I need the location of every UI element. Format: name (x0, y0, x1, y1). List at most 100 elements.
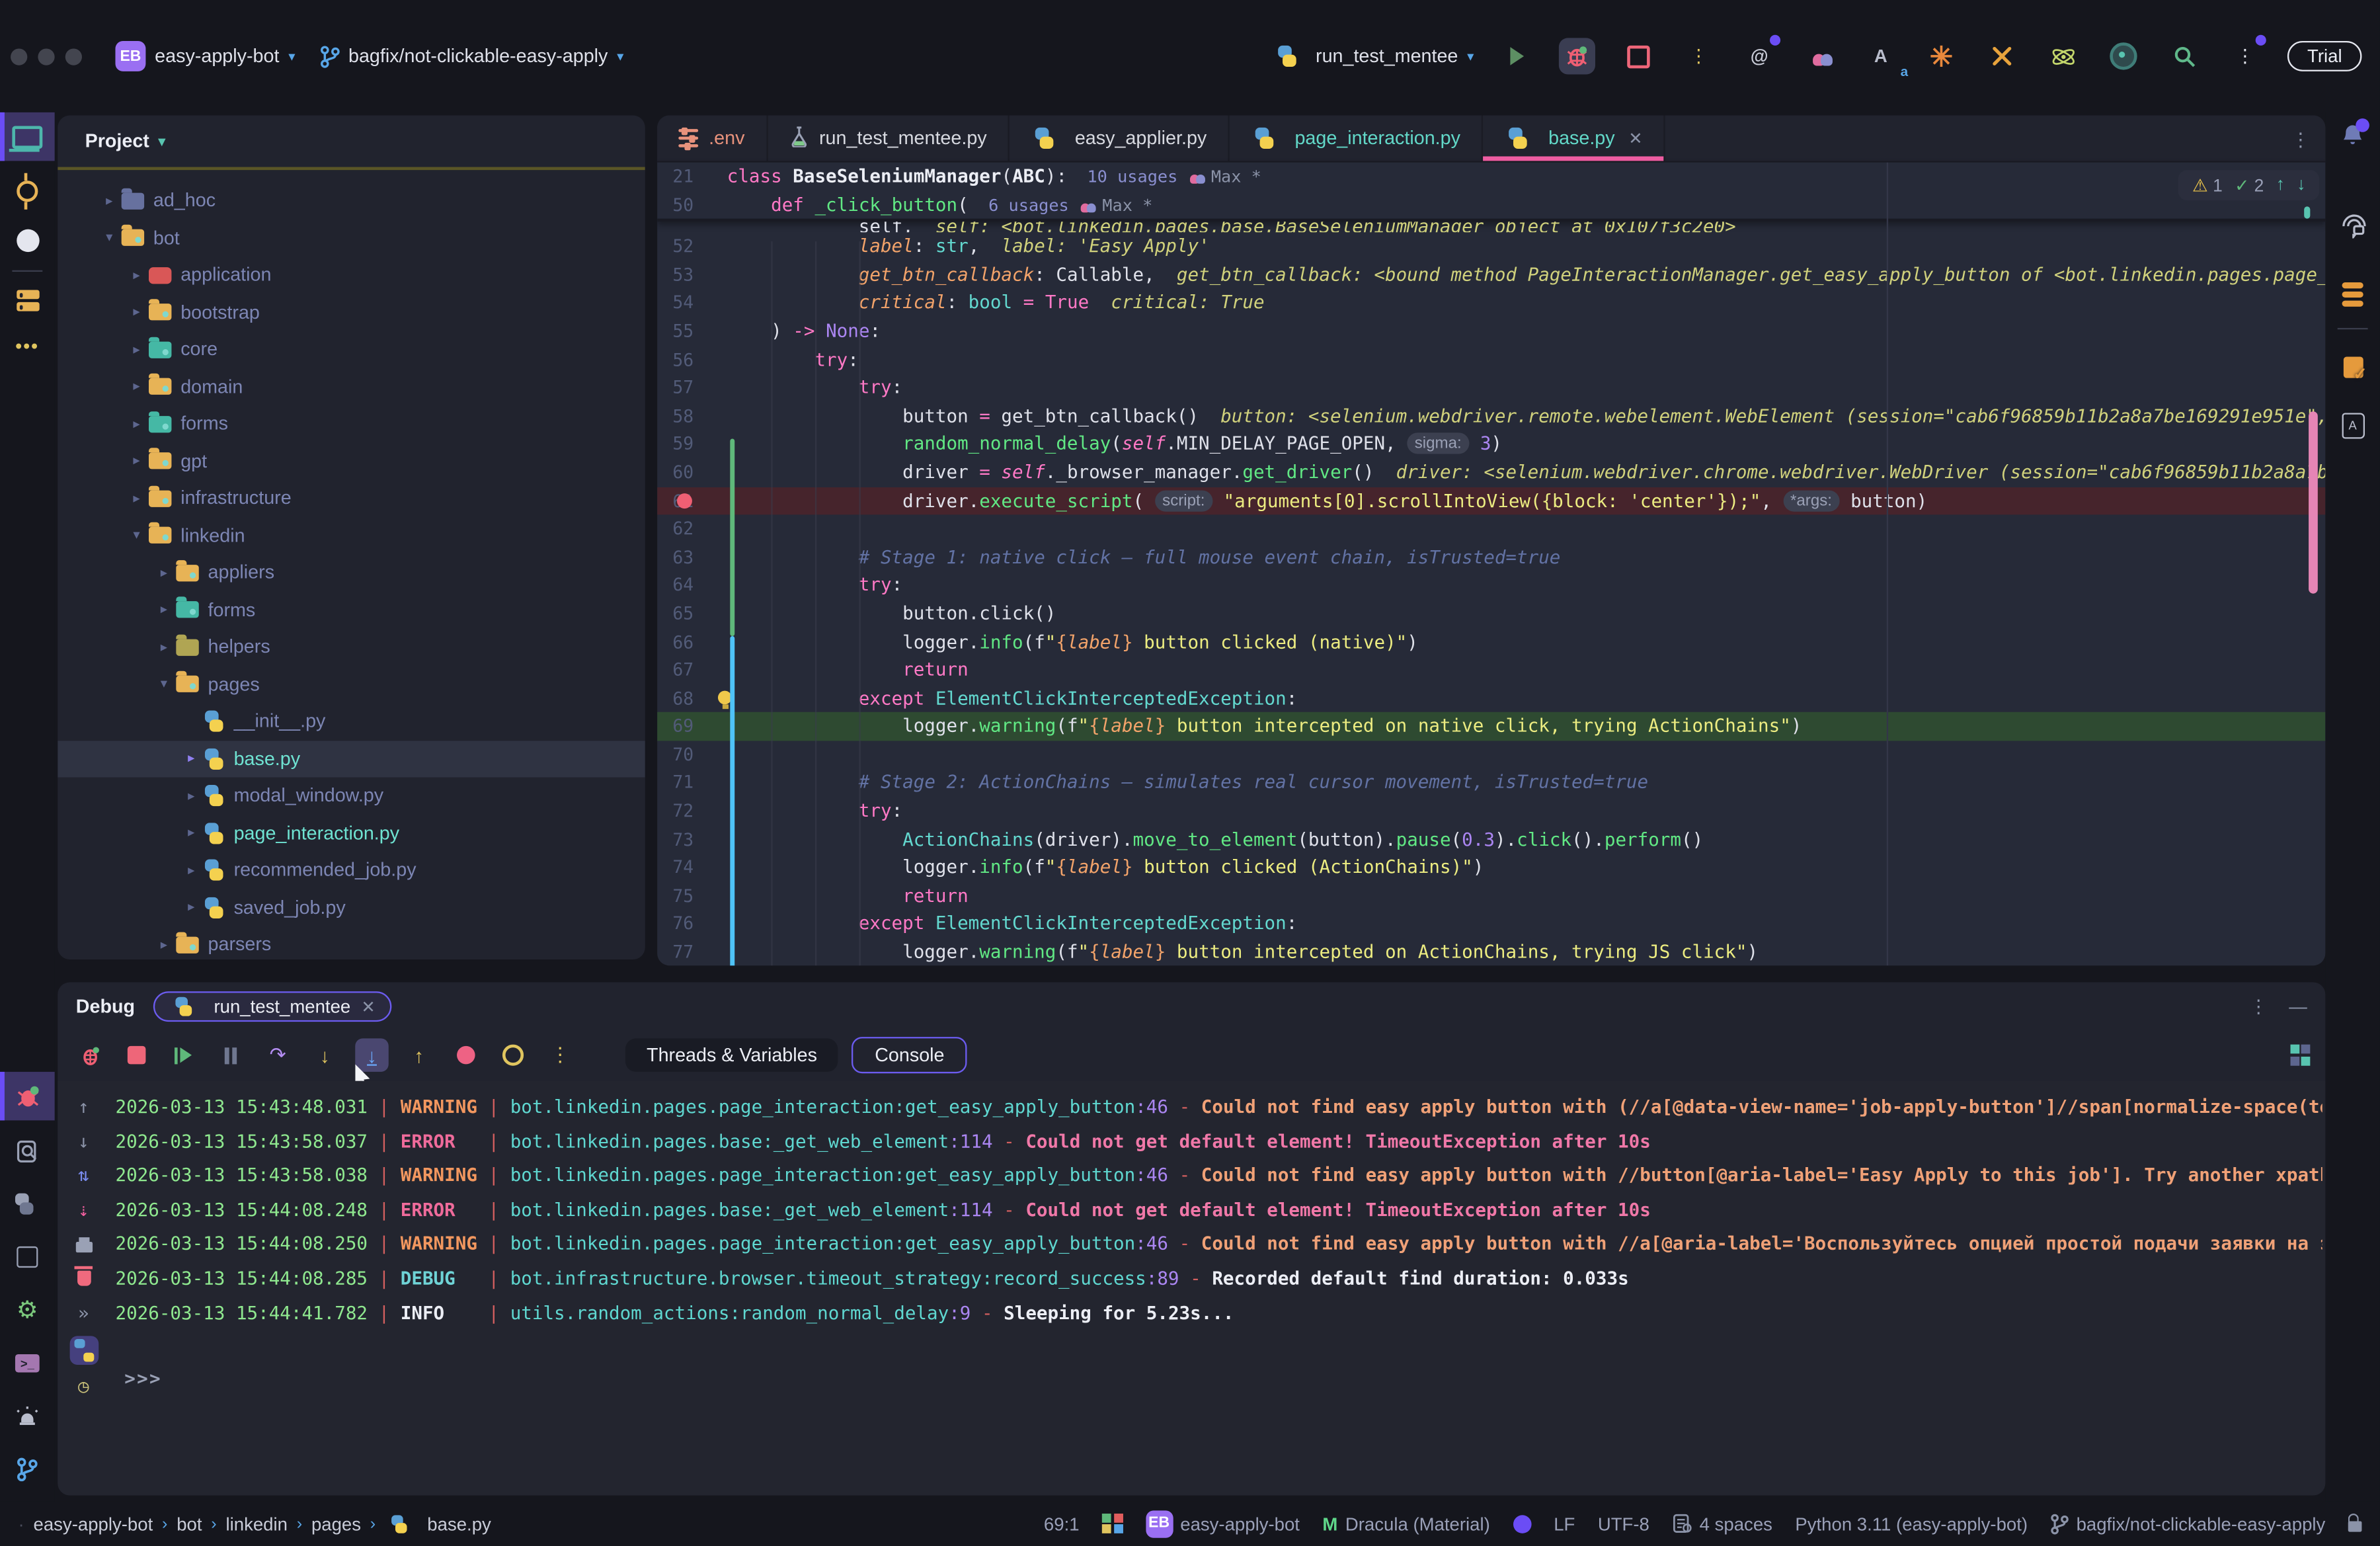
database-tool-icon[interactable] (2325, 270, 2380, 319)
step-out-button[interactable]: ↑ (402, 1038, 436, 1072)
tools-plugin-icon[interactable] (1984, 38, 2020, 74)
debug-session-tab[interactable]: run_test_mentee ✕ (153, 991, 392, 1022)
tree-arrow-icon[interactable]: ▾ (100, 229, 119, 246)
up-stack-icon[interactable]: ↑ (58, 1090, 109, 1124)
stop-debug-button[interactable] (120, 1038, 153, 1072)
code-editor[interactable]: 21class BaseSeleniumManager(ABC): 10 usa… (657, 163, 2325, 966)
tree-arrow-icon[interactable]: ▸ (155, 565, 173, 581)
tree-item-forms[interactable]: ▸forms (58, 591, 645, 628)
tree-item-appliers[interactable]: ▸appliers (58, 554, 645, 591)
editor-tab[interactable]: easy_applier.py (1010, 115, 1230, 161)
stop-button[interactable] (1620, 38, 1656, 74)
tree-item--init-py[interactable]: __init__.py (58, 703, 645, 740)
editor-tab[interactable]: base.py✕ (1483, 115, 1665, 161)
breadcrumb-item[interactable]: pages (311, 1513, 361, 1534)
tree-item-gpt[interactable]: ▸gpt (58, 442, 645, 479)
tree-item-bot[interactable]: ▾bot (58, 220, 645, 257)
tree-arrow-icon[interactable]: ▸ (128, 304, 146, 321)
unlock-icon[interactable] (2348, 1521, 2362, 1531)
tree-arrow-icon[interactable]: ▸ (182, 825, 201, 841)
run-more-actions-button[interactable]: ⋮ (1681, 38, 1717, 74)
breadcrumb-item[interactable]: bot (177, 1513, 202, 1534)
tree-item-page-interaction-py[interactable]: ▸page_interaction.py (58, 815, 645, 852)
python-packages-icon[interactable] (0, 1233, 55, 1281)
console-prompt-icon[interactable]: » (58, 1296, 109, 1330)
tree-arrow-icon[interactable]: ▸ (182, 788, 201, 804)
tree-arrow-icon[interactable]: ▸ (182, 751, 201, 767)
tree-item-bootstrap[interactable]: ▸bootstrap (58, 294, 645, 331)
minimize-panel-icon[interactable]: — (2289, 996, 2307, 1017)
tree-arrow-icon[interactable]: ▾ (128, 527, 146, 544)
clear-console-icon[interactable] (58, 1262, 109, 1296)
tree-arrow-icon[interactable]: ▸ (182, 862, 201, 878)
tree-arrow-icon[interactable]: ▸ (100, 192, 119, 209)
tree-arrow-icon[interactable]: ▸ (128, 341, 146, 358)
debug-more-kebab-icon[interactable]: ⋮ (543, 1038, 577, 1072)
rainbow-brackets-plugin-icon[interactable] (1923, 38, 1960, 74)
tree-item-base-py[interactable]: ▸base.py (58, 740, 645, 777)
console-prompt[interactable]: >>> (124, 1368, 162, 1389)
breadcrumb-item[interactable]: linkedin (226, 1513, 288, 1534)
run-config-selector[interactable]: run_test_mentee ▾ (1273, 46, 1474, 67)
tree-item-forms[interactable]: ▸forms (58, 405, 645, 442)
services-gear-icon[interactable]: ⚙ (0, 1286, 55, 1334)
main-menu-kebab-icon[interactable]: ⋮ (2227, 38, 2263, 74)
terminal-tool-icon[interactable]: >_ (0, 1339, 55, 1387)
tab-console[interactable]: Console (852, 1037, 967, 1073)
tree-arrow-icon[interactable]: ▸ (128, 490, 146, 507)
window-zoom-button[interactable] (65, 48, 82, 64)
interpreter-widget[interactable]: Python 3.11 (easy-apply-bot) (1795, 1513, 2028, 1534)
history-clock-icon[interactable]: ◷ (58, 1369, 109, 1404)
todo-checklist-icon[interactable] (2325, 343, 2380, 391)
indent-widget[interactable]: 4 spaces (1672, 1513, 1772, 1534)
window-layout-grid-icon[interactable] (1102, 1513, 1123, 1533)
git-branch-widget[interactable]: bagfix/not-clickable-easy-apply (2051, 1513, 2326, 1534)
prev-problem-arrow[interactable]: ↑ (2276, 176, 2285, 194)
color-scheme-dot-icon[interactable] (1513, 1514, 1531, 1533)
tree-arrow-icon[interactable]: ▸ (155, 602, 173, 618)
tree-item-application[interactable]: ▸application (58, 257, 645, 294)
debug-tool-icon[interactable] (0, 1072, 55, 1120)
theme-widget[interactable]: M Dracula (Material) (1322, 1513, 1489, 1534)
view-breakpoints-button[interactable] (496, 1038, 530, 1072)
trial-badge[interactable]: Trial (2287, 41, 2361, 71)
debug-console[interactable]: ↑ ↓ ⇅ ⇣ » ◷ 2026-03-13 15:43:48.031 | WA… (58, 1081, 2325, 1496)
breakpoint-icon[interactable] (677, 493, 692, 508)
caret-position[interactable]: 69:1 (1044, 1513, 1080, 1534)
tree-arrow-icon[interactable]: ▾ (155, 676, 173, 692)
problems-alarm-icon[interactable] (0, 1392, 55, 1440)
editor-tab[interactable]: page_interaction.py (1230, 115, 1484, 161)
project-tool-icon[interactable] (0, 112, 55, 161)
editor-tab[interactable]: .env (657, 115, 768, 161)
search-everywhere-icon[interactable] (2166, 38, 2203, 74)
inspection-widget[interactable]: ⚠ 1 ✓ 2 ↑ ↓ (2178, 170, 2319, 200)
project-selector[interactable]: EB easy-apply-bot ▾ (115, 41, 295, 71)
project-panel-header[interactable]: Project ▾ (58, 115, 645, 161)
git-tool-icon[interactable] (0, 1445, 55, 1494)
tree-item-helpers[interactable]: ▸helpers (58, 629, 645, 666)
tree-item-infrastructure[interactable]: ▸infrastructure (58, 480, 645, 517)
tree-item-pages[interactable]: ▾pages (58, 666, 645, 703)
branch-selector[interactable]: bagfix/not-clickable-easy-apply ▾ (319, 45, 623, 67)
editor-tab[interactable]: run_test_mentee.py (768, 115, 1010, 161)
mute-breakpoints-button[interactable] (450, 1038, 483, 1072)
python-console-icon[interactable] (0, 1180, 55, 1228)
window-close-button[interactable] (11, 48, 27, 64)
step-into-my-code-button[interactable]: ↓ (355, 1038, 389, 1072)
commit-tool-icon[interactable] (0, 167, 55, 216)
down-stack-icon[interactable]: ↓ (58, 1124, 109, 1159)
translate-plugin-icon[interactable]: Aa (1862, 38, 1899, 74)
scrollbar-thumb[interactable] (2309, 411, 2318, 594)
tree-arrow-icon[interactable]: ▸ (155, 936, 173, 953)
project-widget[interactable]: EB easy-apply-bot (1145, 1510, 1300, 1537)
tab-threads-variables[interactable]: Threads & Variables (625, 1038, 838, 1072)
tree-item-recommended-job-py[interactable]: ▸recommended_job.py (58, 852, 645, 889)
close-icon[interactable]: ✕ (361, 997, 375, 1016)
soft-wrap-icon[interactable]: ⇅ (58, 1159, 109, 1193)
layout-settings-icon[interactable] (2289, 1045, 2310, 1065)
documentation-book-icon[interactable]: A (2325, 401, 2380, 449)
breadcrumb[interactable]: easy-apply-bot›bot›linkedin›pages›base.p… (34, 1513, 491, 1534)
atom-plugin-icon[interactable] (2045, 38, 2081, 74)
code-with-me-icon[interactable] (1802, 38, 1838, 74)
tree-item-modal-window-py[interactable]: ▸modal_window.py (58, 778, 645, 815)
